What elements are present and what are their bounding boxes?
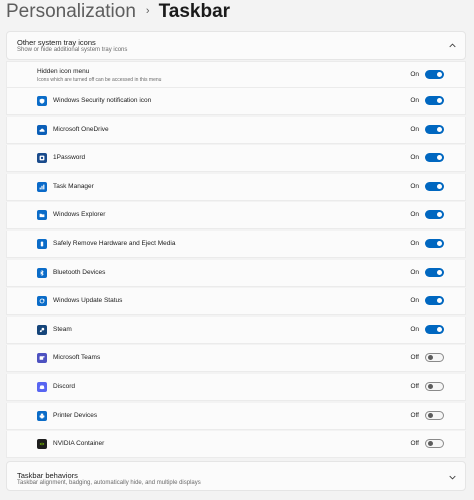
chevron-down-icon[interactable] [449, 474, 456, 481]
section-subtitle: Taskbar alignment, badging, automaticall… [17, 480, 201, 486]
toggle-knob [437, 155, 442, 161]
toggle-knob [428, 384, 433, 389]
1password-label: 1Password [53, 154, 86, 162]
cloud-icon [37, 124, 47, 135]
bluetooth-icon [37, 267, 47, 278]
bluetooth-devices-label: Bluetooth Devices [53, 268, 106, 276]
page-title: Taskbar [158, 1, 231, 22]
toggle-knob [437, 126, 442, 132]
toggle-state-label: On [410, 297, 419, 305]
steam-icon [37, 324, 47, 335]
toggle-knob [437, 269, 442, 275]
safely-remove-hardware-and-eject-media-row: Safely Remove Hardware and Eject Media On [6, 231, 466, 258]
discord-icon [37, 382, 47, 392]
steam-row: Steam On [6, 316, 466, 344]
chart-icon [37, 181, 47, 192]
chevron-up-icon[interactable] [449, 42, 456, 49]
toggle-state-label: Off [410, 383, 419, 390]
steam-toggle[interactable] [425, 324, 444, 334]
toggle-knob [428, 441, 433, 447]
toggle-knob [437, 298, 442, 304]
windows-update-status-row: Windows Update Status On [6, 288, 466, 316]
discord-row: Discord Off [6, 374, 466, 401]
section-title: Other system tray icons [17, 38, 96, 47]
microsoft-onedrive-label: Microsoft OneDrive [53, 125, 109, 133]
key-icon [37, 153, 47, 164]
nvidia-container-row: NVIDIA Container Off [6, 431, 466, 459]
toggle-state-label: On [410, 125, 419, 133]
hidden-icon-menu-toggle[interactable] [425, 70, 444, 79]
update-icon [37, 296, 47, 307]
discord-toggle[interactable] [425, 382, 444, 391]
hidden-icon-menu-row: Hidden icon menu Icons which are turned … [6, 61, 466, 88]
steam-label: Steam [53, 325, 72, 333]
toggle-knob [437, 241, 442, 246]
nvidia-icon [37, 439, 47, 450]
1password-toggle[interactable] [425, 153, 444, 163]
toggle-knob [437, 183, 442, 189]
toggle-state-label: On [410, 268, 419, 276]
microsoft-onedrive-toggle[interactable] [425, 124, 444, 134]
windows-explorer-row: Windows Explorer On [6, 202, 466, 230]
windows-update-status-label: Windows Update Status [53, 297, 123, 305]
windows-security-notification-icon-label: Windows Security notification icon [53, 97, 152, 104]
windows-update-status-toggle[interactable] [425, 296, 444, 306]
1password-row: 1Password On [6, 145, 466, 173]
discord-label: Discord [53, 383, 76, 390]
section-subtitle: Show or hide additional system tray icon… [17, 47, 128, 53]
toggle-state-label: On [410, 325, 419, 333]
breadcrumb-separator-icon: › [145, 5, 150, 17]
windows-security-notification-icon-row: Windows Security notification icon On [6, 88, 466, 115]
task-manager-toggle[interactable] [425, 181, 444, 191]
breadcrumb: Personalization › Taskbar [6, 0, 230, 24]
toggle-knob [428, 412, 433, 418]
shield-icon [37, 96, 47, 106]
printer-devices-label: Printer Devices [53, 411, 98, 419]
toggle-knob [437, 326, 442, 332]
toggle-knob [428, 355, 433, 361]
toggle-knob [437, 98, 442, 103]
toggle-state-label: On [410, 97, 419, 104]
printer-icon [37, 410, 47, 421]
toggle-state-label: Off [410, 411, 419, 419]
toggle-state-label: Off [410, 440, 419, 448]
folder-icon [37, 210, 47, 221]
nvidia-container-toggle[interactable] [425, 439, 444, 449]
teams-icon [37, 353, 47, 364]
bluetooth-devices-toggle[interactable] [425, 267, 444, 277]
toggle-state-label: On [410, 71, 419, 78]
hidden-icon-menu-subtitle: Icons which are turned off can be access… [37, 77, 162, 83]
microsoft-onedrive-row: Microsoft OneDrive On [6, 116, 466, 144]
windows-explorer-label: Windows Explorer [53, 211, 106, 219]
hidden-icon-menu-title: Hidden icon menu [37, 68, 90, 75]
toggle-knob [437, 212, 442, 218]
printer-devices-toggle[interactable] [425, 410, 444, 420]
usb-icon [37, 239, 47, 249]
printer-devices-row: Printer Devices Off [6, 402, 466, 430]
toggle-knob [437, 72, 442, 77]
safely-remove-hardware-and-eject-media-toggle[interactable] [425, 239, 444, 248]
toggle-state-label: On [410, 182, 419, 190]
nvidia-container-label: NVIDIA Container [53, 440, 105, 448]
bluetooth-devices-row: Bluetooth Devices On [6, 259, 466, 287]
microsoft-teams-label: Microsoft Teams [53, 354, 101, 362]
task-manager-row: Task Manager On [6, 173, 466, 201]
toggle-state-label: On [410, 240, 419, 247]
toggle-state-label: Off [410, 354, 419, 362]
other-system-tray-icons-header[interactable]: Other system tray icons Show or hide add… [6, 31, 466, 60]
toggle-state-label: On [410, 154, 419, 162]
safely-remove-hardware-and-eject-media-label: Safely Remove Hardware and Eject Media [53, 240, 176, 247]
windows-explorer-toggle[interactable] [425, 210, 444, 220]
microsoft-teams-toggle[interactable] [425, 353, 444, 363]
taskbar-behaviors-header[interactable]: Taskbar behaviors Taskbar alignment, bad… [6, 461, 466, 491]
toggle-state-label: On [410, 211, 419, 219]
windows-security-notification-icon-toggle[interactable] [425, 96, 444, 105]
task-manager-label: Task Manager [53, 182, 94, 190]
section-title: Taskbar behaviors [17, 471, 78, 480]
breadcrumb-personalization-link[interactable]: Personalization [6, 1, 136, 23]
microsoft-teams-row: Microsoft Teams Off [6, 345, 466, 373]
